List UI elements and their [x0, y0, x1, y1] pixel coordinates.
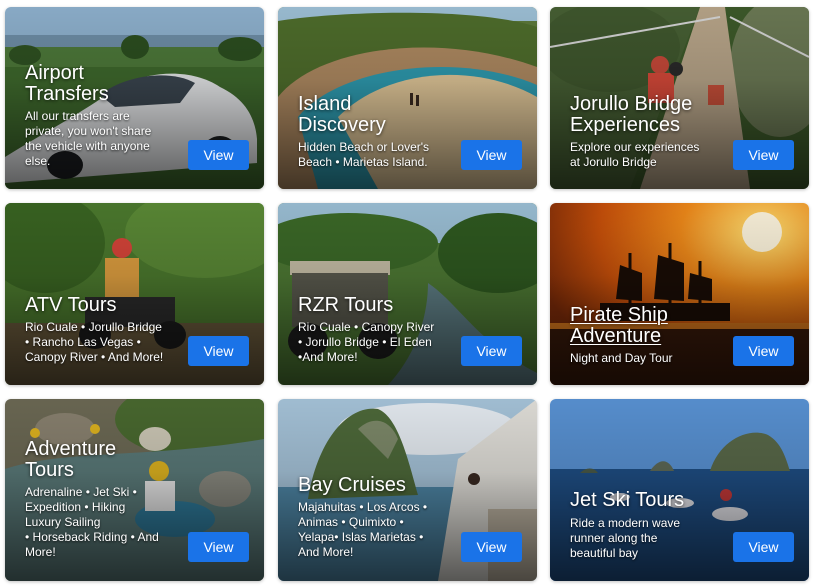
card-description-line: the vehicle with anyone	[25, 139, 150, 153]
card-title-line: Island	[298, 93, 352, 115]
card-adventure-tours[interactable]: Adventure Tours Adrenaline • Jet Ski • E…	[5, 399, 264, 581]
card-description-line: Hidden Beach or Lover's	[298, 140, 430, 154]
card-title: Jorullo Bridge Experiences	[570, 94, 799, 136]
card-description-line: • Rancho Las Vegas •	[25, 335, 141, 349]
card-description-line: Rio Cuale • Canopy River	[298, 320, 435, 334]
view-button[interactable]: View	[188, 140, 249, 170]
card-jorullo-bridge[interactable]: Jorullo Bridge Experiences Explore our e…	[550, 7, 809, 189]
card-description-line: private, you won't share	[25, 124, 152, 138]
card-description-line: • Horseback Riding • And	[25, 530, 159, 544]
card-description: Hidden Beach or Lover's Beach • Marietas…	[298, 140, 429, 170]
card-title-line: Tours	[25, 459, 74, 481]
card-description-line: runner along the	[570, 531, 658, 545]
card-description: Majahuitas • Los Arcos • Animas • Quimix…	[298, 500, 427, 560]
card-title-line: Pirate Ship	[570, 304, 668, 326]
card-description-line: And More!	[298, 545, 354, 559]
view-button[interactable]: View	[461, 532, 522, 562]
card-title: RZR Tours	[298, 295, 527, 316]
card-pirate-ship[interactable]: Pirate Ship Adventure Night and Day Tour…	[550, 203, 809, 385]
card-title-line: Jet Ski Tours	[570, 489, 685, 511]
card-description-line: Explore our experiences	[570, 140, 700, 154]
card-description-line: • Jorullo Bridge • El Eden	[298, 335, 432, 349]
card-title-line: Bay Cruises	[298, 474, 406, 496]
card-title: Island Discovery	[298, 94, 527, 136]
card-description-line: Canopy River • And More!	[25, 350, 164, 364]
card-island-discovery[interactable]: Island Discovery Hidden Beach or Lover's…	[278, 7, 537, 189]
card-description-line: Animas • Quimixto •	[298, 515, 404, 529]
card-description-line: All our transfers are	[25, 109, 130, 123]
card-rzr-tours[interactable]: RZR Tours Rio Cuale • Canopy River • Jor…	[278, 203, 537, 385]
card-description-line: beautiful bay	[570, 546, 639, 560]
card-title-line: Jorullo Bridge	[570, 93, 693, 115]
card-description: All our transfers are private, you won't…	[25, 109, 151, 169]
card-description-line: else.	[25, 154, 51, 168]
card-description-line: Majahuitas • Los Arcos •	[298, 500, 428, 514]
card-title: ATV Tours	[25, 295, 254, 316]
card-description-line: •And More!	[298, 350, 358, 364]
card-description-line: Adrenaline • Jet Ski •	[25, 485, 137, 499]
view-button[interactable]: View	[461, 336, 522, 366]
card-description-line: Beach • Marietas Island.	[298, 155, 428, 169]
card-title-line: Experiences	[570, 114, 681, 136]
card-description: Ride a modern wave runner along the beau…	[570, 516, 680, 561]
card-title: Airport Transfers	[25, 63, 254, 105]
card-title-line: Transfers	[25, 83, 109, 105]
tour-card-grid: Airport Transfers All our transfers are …	[0, 0, 814, 586]
view-button[interactable]: View	[188, 336, 249, 366]
card-description-line: Rio Cuale • Jorullo Bridge	[25, 320, 162, 334]
view-button[interactable]: View	[461, 140, 522, 170]
card-description: Rio Cuale • Canopy River • Jorullo Bridg…	[298, 320, 434, 365]
view-button[interactable]: View	[733, 336, 794, 366]
card-description-line: Yelapa• Islas Marietas •	[298, 530, 424, 544]
card-description: Rio Cuale • Jorullo Bridge • Rancho Las …	[25, 320, 163, 365]
card-atv-tours[interactable]: ATV Tours Rio Cuale • Jorullo Bridge • R…	[5, 203, 264, 385]
card-title-line: RZR Tours	[298, 294, 394, 316]
view-button[interactable]: View	[733, 532, 794, 562]
card-airport-transfers[interactable]: Airport Transfers All our transfers are …	[5, 7, 264, 189]
card-description-line: Expedition • Hiking	[25, 500, 126, 514]
card-description: Adrenaline • Jet Ski • Expedition • Hiki…	[25, 485, 159, 560]
card-bay-cruises[interactable]: Bay Cruises Majahuitas • Los Arcos • Ani…	[278, 399, 537, 581]
card-description-line: More!	[25, 545, 56, 559]
view-button[interactable]: View	[733, 140, 794, 170]
card-description-line: Ride a modern wave	[570, 516, 681, 530]
card-jet-ski-tours[interactable]: Jet Ski Tours Ride a modern wave runner …	[550, 399, 809, 581]
card-description-line: Luxury Sailing	[25, 515, 101, 529]
card-description-line: Night and Day Tour	[570, 351, 673, 365]
card-title: Bay Cruises	[298, 475, 527, 496]
view-button[interactable]: View	[188, 532, 249, 562]
card-title-line: ATV Tours	[25, 294, 117, 316]
card-title-line: Discovery	[298, 114, 386, 136]
card-title: Jet Ski Tours	[570, 490, 799, 511]
card-title: Adventure Tours	[25, 439, 254, 481]
card-description: Night and Day Tour	[570, 351, 673, 366]
card-title-line: Adventure	[25, 438, 117, 460]
card-title-line: Airport	[25, 62, 84, 84]
card-description: Explore our experiences at Jorullo Bridg…	[570, 140, 699, 170]
card-description-line: at Jorullo Bridge	[570, 155, 657, 169]
